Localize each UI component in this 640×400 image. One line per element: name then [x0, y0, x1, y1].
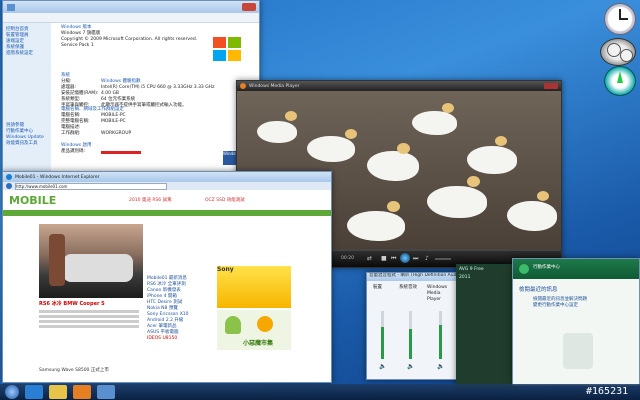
market-ad-text: 小惡魔市集 [243, 340, 274, 347]
window-title: 行動作業中心 [533, 265, 560, 270]
close-icon[interactable] [242, 3, 256, 11]
antivirus-window[interactable]: AVG 9 Free 2011 [456, 264, 516, 390]
pause-button-icon[interactable] [400, 253, 410, 263]
title-bar: Windows Media Player [237, 81, 561, 91]
taskbar: #165231 [0, 384, 640, 400]
cpu-dial-icon [607, 43, 621, 57]
volume-slider[interactable] [435, 258, 451, 260]
model-image [49, 234, 65, 286]
flag-icon [519, 264, 529, 274]
bottom-headline[interactable]: Samsung Wave S8500 正式上市 [39, 368, 109, 374]
action-center-window[interactable]: 行動作業中心 檢閱最近的訊息 檢閱最近的訊息並解決問題 變更行動作業中心設定 [512, 258, 640, 386]
android-icon [225, 316, 241, 334]
system-properties-window[interactable]: 控制台首頁 裝置管理員 遠端設定 系統保護 進階系統設定 另請參閱 行動作業中心… [2, 0, 260, 172]
volume-icon[interactable]: ♪ [425, 255, 429, 262]
channel-label: Windows Media Player [427, 285, 448, 302]
sidebar: 控制台首頁 裝置管理員 遠端設定 系統保護 進階系統設定 另請參閱 行動作業中心… [3, 23, 51, 171]
phone-ad[interactable]: IDEOS U8150 [147, 336, 213, 350]
ie-icon [6, 174, 12, 180]
close-icon[interactable] [544, 83, 558, 89]
shuffle-icon[interactable]: ⇄ [367, 255, 372, 262]
cpu-meter-gadget[interactable] [600, 38, 636, 66]
window-title: Windows Media Player [249, 83, 300, 89]
window-title: 音量混音程式 - 喇叭 (High Definition Audio) [367, 273, 457, 281]
control-panel-taskbar-icon[interactable] [97, 385, 115, 399]
control-panel-icon [7, 3, 15, 11]
news-list: Mobile01 最新消息 RS6 冰冷 全車評測 Canon 新機發表 iPh… [147, 276, 217, 336]
page-content: MOBILE 2010 奧迪 RS6 試駕 OCZ SSD 效能測試 RS6 冰… [3, 190, 331, 382]
network-meter-gadget[interactable] [604, 66, 636, 96]
channel-label: 裝置 [373, 285, 382, 290]
volume-mixer-window[interactable]: 音量混音程式 - 喇叭 (High Definition Audio) 裝置 系… [366, 272, 458, 380]
volume-slider[interactable] [439, 311, 442, 359]
value: WORKGROUP [101, 131, 132, 136]
clock-gadget[interactable] [604, 3, 636, 35]
browser-window[interactable]: Mobile01 - Windows Internet Explorer htt… [2, 171, 332, 383]
window-title: AVG 9 Free [459, 267, 484, 272]
top-banner[interactable]: 2010 奧迪 RS6 試駕 OCZ SSD 效能測試 [55, 194, 315, 208]
label: 工作群組: [61, 131, 81, 136]
title-bar: 行動作業中心 [513, 259, 639, 279]
stop-icon[interactable]: ■ [381, 255, 387, 262]
window-subtitle: 2011 [459, 275, 471, 280]
download-icon [563, 333, 593, 369]
redacted-product-id [101, 151, 141, 154]
arrow-up-icon [617, 71, 623, 83]
windows-logo-icon [209, 33, 245, 65]
address-bar[interactable] [3, 13, 259, 23]
label: 產品識別碼: [61, 149, 86, 154]
memory-dial-icon [620, 49, 633, 62]
sidebar-item[interactable]: 進階系統設定 [6, 51, 48, 57]
title-bar: Mobile01 - Windows Internet Explorer [3, 172, 331, 182]
sony-ad[interactable]: Sony [217, 266, 291, 308]
volume-slider[interactable] [381, 311, 384, 359]
watermark: #165231 [586, 386, 629, 397]
clock-hand-icon [619, 18, 628, 20]
time-display: 00:20 [341, 256, 354, 261]
service-pack-text: Service Pack 1 [61, 43, 94, 48]
headline-image[interactable] [39, 224, 143, 298]
next-icon[interactable]: ⏭ [413, 255, 418, 263]
devil-icon [257, 316, 273, 332]
headline-title[interactable]: RS6 冰冷 BMW Cooper S [39, 300, 105, 307]
ie-taskbar-icon[interactable] [25, 385, 43, 399]
title-bar [3, 1, 259, 13]
start-button[interactable] [5, 385, 19, 399]
car-image [63, 254, 133, 282]
address-input[interactable]: http://www.mobile01.com [15, 182, 167, 190]
nav-bar[interactable] [3, 210, 331, 216]
explorer-taskbar-icon[interactable] [49, 385, 67, 399]
android-ad[interactable]: 小惡魔市集 [217, 310, 291, 350]
media-player-icon [240, 83, 246, 89]
speaker-icon[interactable]: 🔈 [407, 363, 414, 370]
sidebar-item[interactable]: 效能資訊及工具 [6, 141, 44, 147]
previous-icon[interactable]: ⏮ [391, 255, 396, 263]
headline-summary [39, 308, 139, 348]
volume-slider[interactable] [409, 311, 412, 359]
speaker-icon[interactable]: 🔈 [379, 363, 386, 370]
back-icon[interactable] [6, 183, 12, 189]
speaker-icon[interactable]: 🔈 [437, 363, 444, 370]
toolbar: http://www.mobile01.com [3, 182, 331, 190]
window-title: Mobile01 - Windows Internet Explorer [15, 174, 100, 180]
value: MOBILE-PC [101, 119, 126, 124]
media-player-taskbar-icon[interactable] [73, 385, 91, 399]
panel-heading: 檢閱最近的訊息 [519, 287, 558, 293]
channel-label: 系統音效 [399, 285, 417, 290]
site-logo[interactable]: MOBILE [9, 194, 56, 207]
action-link[interactable]: 變更行動作業中心設定 [533, 303, 633, 309]
